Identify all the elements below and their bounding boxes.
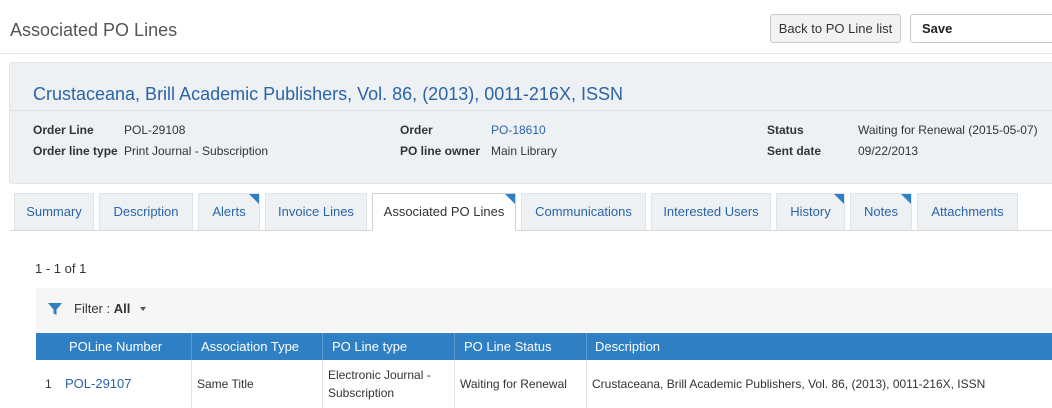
table-row[interactable]: 1 POL-29107 Same Title Electronic Journa… bbox=[36, 360, 1052, 408]
tab-label: Description bbox=[113, 204, 179, 219]
column-divider bbox=[322, 333, 323, 360]
tab-label: Attachments bbox=[931, 204, 1004, 219]
po-line-owner-label: PO line owner bbox=[400, 144, 481, 158]
order-line-value: POL-29108 bbox=[124, 123, 186, 137]
order-line-type-value: Print Journal - Subscription bbox=[124, 144, 269, 158]
filter-dropdown[interactable]: Filter : All bbox=[74, 301, 130, 316]
tab-associated-po-lines[interactable]: Associated PO Lines bbox=[372, 193, 516, 231]
status-label: Status bbox=[767, 123, 804, 137]
po-line-owner-value: Main Library bbox=[491, 144, 558, 158]
tab-interested-users[interactable]: Interested Users bbox=[651, 193, 771, 230]
back-to-po-line-list-button[interactable]: Back to PO Line list bbox=[770, 14, 901, 43]
tab-alerts[interactable]: Alerts bbox=[198, 193, 260, 230]
column-header-po-line-status[interactable]: PO Line Status bbox=[464, 339, 551, 354]
poline-number-link[interactable]: POL-29107 bbox=[65, 376, 132, 391]
page-title: Associated PO Lines bbox=[10, 20, 178, 40]
po-line-status-cell: Waiting for Renewal bbox=[460, 377, 567, 391]
cell-divider bbox=[191, 360, 192, 408]
po-line-type-cell-line1: Electronic Journal - bbox=[328, 368, 431, 382]
column-divider bbox=[586, 333, 587, 360]
record-title-row: Crustaceana, Brill Academic Publishers, … bbox=[10, 63, 1052, 111]
tab-label: Interested Users bbox=[663, 204, 759, 219]
filter-icon[interactable] bbox=[48, 302, 62, 316]
column-header-po-line-type[interactable]: PO Line type bbox=[332, 339, 407, 354]
tab-corner-flag-icon bbox=[901, 194, 911, 204]
sent-date-value: 09/22/2013 bbox=[858, 144, 919, 158]
tab-attachments[interactable]: Attachments bbox=[917, 193, 1018, 230]
po-line-type-cell-line2: Subscription bbox=[328, 386, 395, 400]
record-title-link[interactable]: Crustaceana, Brill Academic Publishers, … bbox=[33, 84, 623, 105]
pagination-count: 1 - 1 of 1 bbox=[35, 261, 87, 276]
filter-label: Filter : bbox=[74, 301, 111, 316]
tab-label: History bbox=[790, 204, 831, 219]
tab-communications[interactable]: Communications bbox=[521, 193, 646, 230]
top-bar: Associated PO Lines Back to PO Line list… bbox=[0, 4, 1052, 54]
tab-corner-flag-icon bbox=[249, 194, 259, 204]
filter-bar: Filter : All bbox=[36, 288, 1052, 332]
tab-label: Summary bbox=[26, 204, 82, 219]
column-header-association-type[interactable]: Association Type bbox=[201, 339, 299, 354]
tab-description[interactable]: Description bbox=[99, 193, 193, 230]
cell-divider bbox=[586, 360, 587, 408]
cell-divider bbox=[322, 360, 323, 408]
tab-label: Communications bbox=[535, 204, 632, 219]
order-line-type-label: Order line type bbox=[33, 144, 118, 158]
tab-label: Invoice Lines bbox=[278, 204, 354, 219]
chevron-down-icon[interactable] bbox=[140, 307, 146, 311]
column-header-poline-number[interactable]: POLine Number bbox=[69, 339, 162, 354]
column-divider bbox=[454, 333, 455, 360]
order-label: Order bbox=[400, 123, 433, 137]
tab-corner-flag-icon bbox=[505, 194, 515, 204]
column-divider bbox=[191, 333, 192, 360]
order-line-label: Order Line bbox=[33, 123, 94, 137]
tab-notes[interactable]: Notes bbox=[850, 193, 912, 230]
tab-label: Notes bbox=[864, 204, 898, 219]
status-value: Waiting for Renewal (2015-05-07) bbox=[858, 123, 1038, 137]
tab-invoice-lines[interactable]: Invoice Lines bbox=[265, 193, 367, 230]
tab-corner-flag-icon bbox=[834, 194, 844, 204]
sent-date-label: Sent date bbox=[767, 144, 822, 158]
tabs-divider bbox=[10, 230, 1052, 231]
save-button[interactable]: Save bbox=[910, 14, 1052, 43]
table-header: POLine Number Association Type PO Line t… bbox=[36, 333, 1052, 360]
tab-summary[interactable]: Summary bbox=[14, 193, 94, 230]
cell-divider bbox=[454, 360, 455, 408]
filter-value: All bbox=[113, 301, 131, 316]
row-index: 1 bbox=[45, 377, 52, 391]
description-cell: Crustaceana, Brill Academic Publishers, … bbox=[592, 377, 986, 391]
tab-label: Alerts bbox=[212, 204, 246, 219]
tab-label: Associated PO Lines bbox=[383, 204, 505, 219]
tab-history[interactable]: History bbox=[776, 193, 845, 230]
order-link[interactable]: PO-18610 bbox=[491, 123, 546, 137]
association-type-cell: Same Title bbox=[197, 377, 254, 391]
column-header-description[interactable]: Description bbox=[595, 339, 660, 354]
record-header: Crustaceana, Brill Academic Publishers, … bbox=[9, 62, 1052, 184]
